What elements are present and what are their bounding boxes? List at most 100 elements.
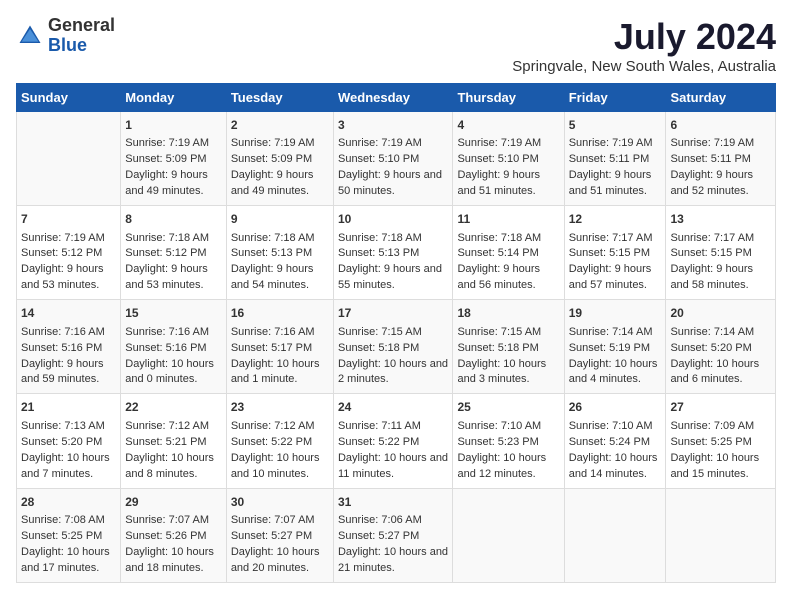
sunrise: Sunrise: 7:17 AM (670, 232, 754, 244)
day-number: 7 (21, 211, 116, 228)
sunrise: Sunrise: 7:12 AM (231, 420, 315, 432)
day-number: 2 (231, 117, 329, 134)
sunset: Sunset: 5:10 PM (338, 153, 419, 165)
sunrise: Sunrise: 7:11 AM (338, 420, 421, 432)
col-wednesday: Wednesday (333, 84, 452, 112)
day-number: 19 (569, 305, 662, 322)
sunset: Sunset: 5:12 PM (21, 247, 102, 259)
sunset: Sunset: 5:15 PM (569, 247, 650, 259)
sunrise: Sunrise: 7:19 AM (338, 137, 422, 149)
day-cell: 24Sunrise: 7:11 AMSunset: 5:22 PMDayligh… (333, 394, 452, 488)
sunset: Sunset: 5:18 PM (338, 342, 419, 354)
sunrise: Sunrise: 7:13 AM (21, 420, 105, 432)
sunrise: Sunrise: 7:14 AM (569, 326, 653, 338)
col-thursday: Thursday (453, 84, 564, 112)
sunrise: Sunrise: 7:12 AM (125, 420, 209, 432)
main-title: July 2024 (512, 16, 776, 58)
col-monday: Monday (121, 84, 227, 112)
day-cell: 15Sunrise: 7:16 AMSunset: 5:16 PMDayligh… (121, 300, 227, 394)
day-number: 1 (125, 117, 222, 134)
sunrise: Sunrise: 7:14 AM (670, 326, 754, 338)
sunrise: Sunrise: 7:19 AM (457, 137, 541, 149)
day-cell: 10Sunrise: 7:18 AMSunset: 5:13 PMDayligh… (333, 206, 452, 300)
daylight: Daylight: 9 hours and 51 minutes. (569, 169, 652, 197)
daylight: Daylight: 10 hours and 7 minutes. (21, 452, 110, 480)
day-number: 31 (338, 494, 448, 511)
day-number: 26 (569, 399, 662, 416)
day-cell (453, 488, 564, 582)
logo-general: General (48, 16, 115, 36)
sunrise: Sunrise: 7:08 AM (21, 514, 105, 526)
day-cell: 26Sunrise: 7:10 AMSunset: 5:24 PMDayligh… (564, 394, 666, 488)
sunrise: Sunrise: 7:19 AM (670, 137, 754, 149)
day-cell: 13Sunrise: 7:17 AMSunset: 5:15 PMDayligh… (666, 206, 776, 300)
day-cell (17, 112, 121, 206)
day-number: 3 (338, 117, 448, 134)
sunset: Sunset: 5:18 PM (457, 342, 538, 354)
day-cell (564, 488, 666, 582)
sunrise: Sunrise: 7:07 AM (231, 514, 315, 526)
sunset: Sunset: 5:14 PM (457, 247, 538, 259)
sunset: Sunset: 5:25 PM (21, 530, 102, 542)
day-cell: 25Sunrise: 7:10 AMSunset: 5:23 PMDayligh… (453, 394, 564, 488)
day-number: 29 (125, 494, 222, 511)
day-cell: 30 Sunrise: 7:07 AM Sunset: 5:27 PM Dayligh… (226, 488, 333, 582)
day-number: 8 (125, 211, 222, 228)
logo-blue: Blue (48, 36, 115, 56)
daylight: Daylight: 10 hours and 20 minutes. (231, 546, 320, 574)
day-cell: 8Sunrise: 7:18 AMSunset: 5:12 PMDaylight… (121, 206, 227, 300)
week-row-4: 21Sunrise: 7:13 AMSunset: 5:20 PMDayligh… (17, 394, 776, 488)
sunrise: Sunrise: 7:16 AM (231, 326, 315, 338)
week-row-3: 14Sunrise: 7:16 AMSunset: 5:16 PMDayligh… (17, 300, 776, 394)
col-friday: Friday (564, 84, 666, 112)
daylight: Daylight: 10 hours and 10 minutes. (231, 452, 320, 480)
col-sunday: Sunday (17, 84, 121, 112)
col-tuesday: Tuesday (226, 84, 333, 112)
daylight: Daylight: 10 hours and 15 minutes. (670, 452, 759, 480)
daylight: Daylight: 9 hours and 51 minutes. (457, 169, 540, 197)
day-number: 24 (338, 399, 448, 416)
sunset: Sunset: 5:25 PM (670, 436, 751, 448)
day-cell: 7Sunrise: 7:19 AMSunset: 5:12 PMDaylight… (17, 206, 121, 300)
sunrise: Sunrise: 7:10 AM (569, 420, 653, 432)
day-number: 11 (457, 211, 559, 228)
daylight: Daylight: 10 hours and 2 minutes. (338, 358, 448, 386)
day-number: 20 (670, 305, 771, 322)
day-cell: 27Sunrise: 7:09 AMSunset: 5:25 PMDayligh… (666, 394, 776, 488)
day-number: 15 (125, 305, 222, 322)
week-row-5: 28Sunrise: 7:08 AMSunset: 5:25 PMDayligh… (17, 488, 776, 582)
sunset: Sunset: 5:22 PM (231, 436, 312, 448)
sunrise: Sunrise: 7:09 AM (670, 420, 754, 432)
sunset: Sunset: 5:24 PM (569, 436, 650, 448)
day-cell: 12Sunrise: 7:17 AMSunset: 5:15 PMDayligh… (564, 206, 666, 300)
sunrise: Sunrise: 7:15 AM (457, 326, 541, 338)
daylight: Daylight: 9 hours and 53 minutes. (125, 263, 208, 291)
day-cell: 20Sunrise: 7:14 AMSunset: 5:20 PMDayligh… (666, 300, 776, 394)
daylight: Daylight: 9 hours and 56 minutes. (457, 263, 540, 291)
day-cell: 28Sunrise: 7:08 AMSunset: 5:25 PMDayligh… (17, 488, 121, 582)
sunset: Sunset: 5:27 PM (231, 530, 312, 542)
day-number: 30 (231, 494, 329, 511)
daylight: Daylight: 10 hours and 11 minutes. (338, 452, 448, 480)
daylight: Daylight: 10 hours and 17 minutes. (21, 546, 110, 574)
daylight: Daylight: 10 hours and 21 minutes. (338, 546, 448, 574)
daylight: Daylight: 9 hours and 57 minutes. (569, 263, 652, 291)
sunset: Sunset: 5:15 PM (670, 247, 751, 259)
sunset: Sunset: 5:27 PM (338, 530, 419, 542)
sunset: Sunset: 5:17 PM (231, 342, 312, 354)
daylight: Daylight: 10 hours and 18 minutes. (125, 546, 214, 574)
sunrise: Sunrise: 7:15 AM (338, 326, 422, 338)
daylight: Daylight: 9 hours and 50 minutes. (338, 169, 442, 197)
day-number: 25 (457, 399, 559, 416)
col-saturday: Saturday (666, 84, 776, 112)
day-number: 12 (569, 211, 662, 228)
day-cell: 22Sunrise: 7:12 AMSunset: 5:21 PMDayligh… (121, 394, 227, 488)
day-number: 18 (457, 305, 559, 322)
daylight: Daylight: 10 hours and 3 minutes. (457, 358, 546, 386)
sunrise: Sunrise: 7:19 AM (125, 137, 209, 149)
day-number: 17 (338, 305, 448, 322)
day-cell: 9Sunrise: 7:18 AMSunset: 5:13 PMDaylight… (226, 206, 333, 300)
sunrise: Sunrise: 7:06 AM (338, 514, 422, 526)
day-number: 13 (670, 211, 771, 228)
day-cell: 3 Sunrise: 7:19 AM Sunset: 5:10 PM Daylight… (333, 112, 452, 206)
